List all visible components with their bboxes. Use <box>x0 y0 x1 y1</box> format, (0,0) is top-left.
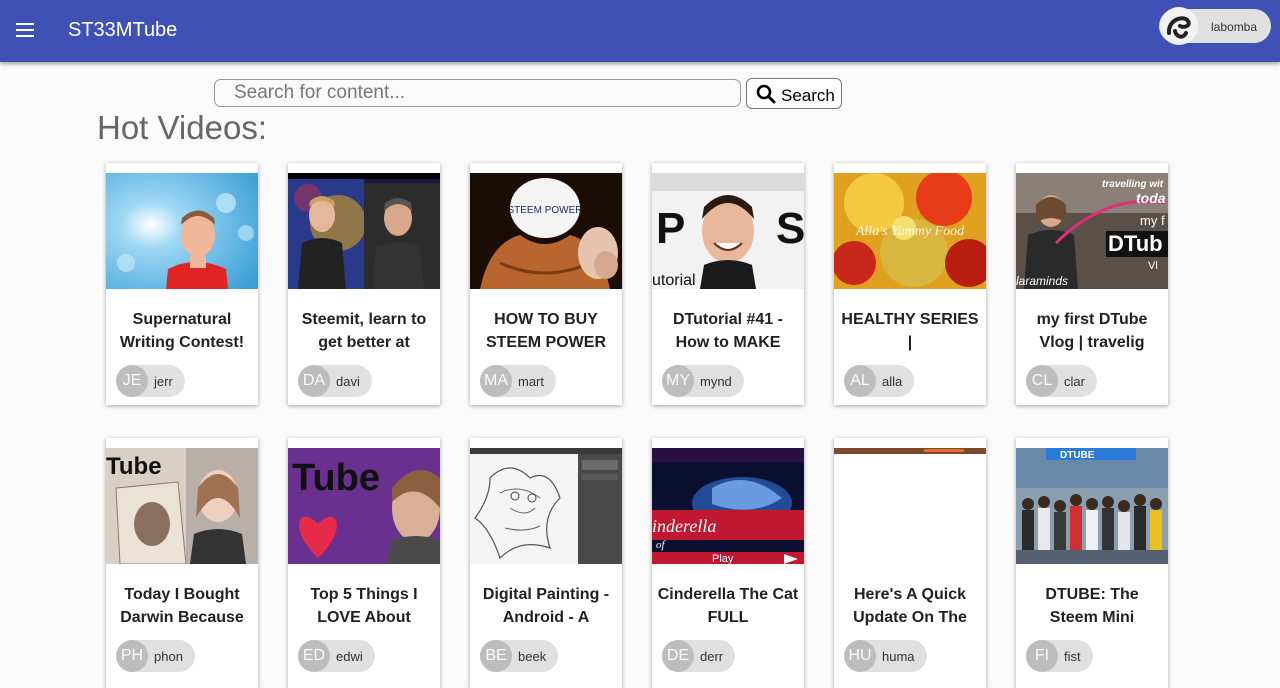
video-thumbnail[interactable]: DTUBE <box>1016 448 1168 564</box>
author-avatar: PH <box>116 640 148 672</box>
author-chip[interactable]: AL alla <box>844 365 915 397</box>
video-title[interactable]: Digital Painting - Android - A <box>474 583 618 629</box>
video-title[interactable]: Here's A Quick Update On The <box>838 583 982 629</box>
video-thumbnail[interactable]: travelling wit toda my f DTub Vl laramin… <box>1016 173 1168 289</box>
video-card[interactable]: Here's A Quick Update On The HU huma <box>834 438 986 688</box>
thumb-caption: Tube <box>292 457 380 499</box>
video-card[interactable]: P S utorial DTutorial #41 - How to MAKE … <box>652 163 804 405</box>
video-title[interactable]: my first DTube Vlog | travelig <box>1020 308 1164 354</box>
video-title[interactable]: Supernatural Writing Contest! <box>110 308 254 354</box>
video-thumbnail[interactable] <box>470 448 622 564</box>
author-avatar: ED <box>298 640 330 672</box>
video-card[interactable]: DTUBE DTUBE: The Steem Mini FI fist <box>1016 438 1168 688</box>
video-thumbnail[interactable]: inderella of Play <box>652 448 804 564</box>
author-chip[interactable]: FI fist <box>1026 640 1093 672</box>
video-card[interactable]: Steemit, learn to get better at DA davi <box>288 163 440 405</box>
video-thumbnail[interactable] <box>106 173 258 289</box>
author-chip[interactable]: ED edwi <box>298 640 375 672</box>
author-chip[interactable]: HU huma <box>844 640 927 672</box>
app-bar: ST33MTube labomba <box>0 0 1280 62</box>
thumb-caption: DTUBE <box>1060 450 1095 461</box>
video-thumbnail[interactable]: Tube <box>106 448 258 564</box>
author-chip[interactable]: BE beek <box>480 640 559 672</box>
author-name: mart <box>518 374 544 389</box>
author-name: mynd <box>700 374 732 389</box>
video-card[interactable]: Alla's Yummy Food HEALTHY SERIES | AL al… <box>834 163 986 405</box>
video-title[interactable]: DTUBE: The Steem Mini <box>1020 583 1164 629</box>
thumb-caption: Vl <box>1148 260 1158 272</box>
svg-text:P: P <box>656 204 685 253</box>
search-icon <box>756 84 776 104</box>
username: labomba <box>1211 20 1258 34</box>
video-title[interactable]: Cinderella The Cat FULL <box>656 583 800 629</box>
author-avatar: FI <box>1026 640 1058 672</box>
video-thumbnail[interactable] <box>288 173 440 289</box>
author-avatar: HU <box>844 640 876 672</box>
user-chip[interactable]: labomba <box>1159 7 1271 45</box>
thumb-caption: travelling wit <box>1102 179 1164 190</box>
video-card[interactable]: STEEM POWER HOW TO BUY STEEM POWER MA ma… <box>470 163 622 405</box>
video-thumbnail[interactable]: STEEM POWER <box>470 173 622 289</box>
author-avatar: MA <box>480 365 512 397</box>
thumb-caption: Alla's Yummy Food <box>855 224 965 239</box>
video-card[interactable]: Tube Today I Bought Darwin Because PH ph… <box>106 438 258 688</box>
author-avatar: AL <box>844 365 876 397</box>
author-name: davi <box>336 374 360 389</box>
author-chip[interactable]: JE jerr <box>116 365 185 397</box>
thumb-caption: laraminds <box>1016 274 1068 288</box>
thumb-caption: Tube <box>106 453 162 480</box>
author-name: beek <box>518 649 547 664</box>
author-name: jerr <box>154 374 173 389</box>
video-title[interactable]: Steemit, learn to get better at <box>292 308 436 354</box>
search-button-label: Search <box>781 86 835 105</box>
video-thumbnail[interactable] <box>834 448 986 564</box>
app-title[interactable]: ST33MTube <box>68 19 177 42</box>
thumb-caption: my f <box>1140 213 1165 228</box>
author-name: alla <box>882 374 903 389</box>
author-chip[interactable]: DE derr <box>662 640 736 672</box>
author-name: phon <box>154 649 183 664</box>
search-button[interactable]: Search <box>746 78 842 109</box>
author-name: fist <box>1064 649 1081 664</box>
thumb-caption: toda <box>1136 190 1166 206</box>
author-avatar: DA <box>298 365 330 397</box>
video-thumbnail[interactable]: P S utorial <box>652 173 804 289</box>
thumb-caption: Play <box>712 553 734 564</box>
author-chip[interactable]: MA mart <box>480 365 556 397</box>
author-chip[interactable]: MY mynd <box>662 365 744 397</box>
video-card[interactable]: Tube Top 5 Things I LOVE About ED edwi <box>288 438 440 688</box>
thumb-caption: utorial <box>652 272 696 289</box>
author-avatar: CL <box>1026 365 1058 397</box>
video-title[interactable]: HOW TO BUY STEEM POWER <box>474 308 618 354</box>
author-name: huma <box>882 649 915 664</box>
author-chip[interactable]: PH phon <box>116 640 195 672</box>
thumb-caption: inderella <box>652 516 716 536</box>
video-title[interactable]: DTutorial #41 - How to MAKE <box>656 308 800 354</box>
video-card[interactable]: Digital Painting - Android - A BE beek <box>470 438 622 688</box>
author-avatar: BE <box>480 640 512 672</box>
menu-icon[interactable] <box>14 20 38 40</box>
video-title[interactable]: HEALTHY SERIES | <box>838 308 982 354</box>
video-card[interactable]: travelling wit toda my f DTub Vl laramin… <box>1016 163 1168 405</box>
video-card[interactable]: inderella of Play Cinderella The Cat FUL… <box>652 438 804 688</box>
user-avatar <box>1160 7 1198 45</box>
author-chip[interactable]: CL clar <box>1026 365 1097 397</box>
author-chip[interactable]: DA davi <box>298 365 372 397</box>
video-title[interactable]: Top 5 Things I LOVE About <box>292 583 436 629</box>
thumb-caption: DTub <box>1108 231 1163 256</box>
search-input[interactable] <box>214 79 741 107</box>
author-name: edwi <box>336 649 363 664</box>
video-thumbnail[interactable]: Tube <box>288 448 440 564</box>
author-avatar: DE <box>662 640 694 672</box>
video-card[interactable]: Supernatural Writing Contest! JE jerr <box>106 163 258 405</box>
author-name: derr <box>700 649 724 664</box>
svg-text:S: S <box>776 204 804 253</box>
section-title: Hot Videos: <box>97 109 267 146</box>
thumb-caption: STEEM POWER <box>507 205 582 216</box>
video-title[interactable]: Today I Bought Darwin Because <box>110 583 254 629</box>
author-avatar: JE <box>116 365 148 397</box>
author-avatar: MY <box>662 365 694 397</box>
author-name: clar <box>1064 374 1085 389</box>
video-thumbnail[interactable]: Alla's Yummy Food <box>834 173 986 289</box>
